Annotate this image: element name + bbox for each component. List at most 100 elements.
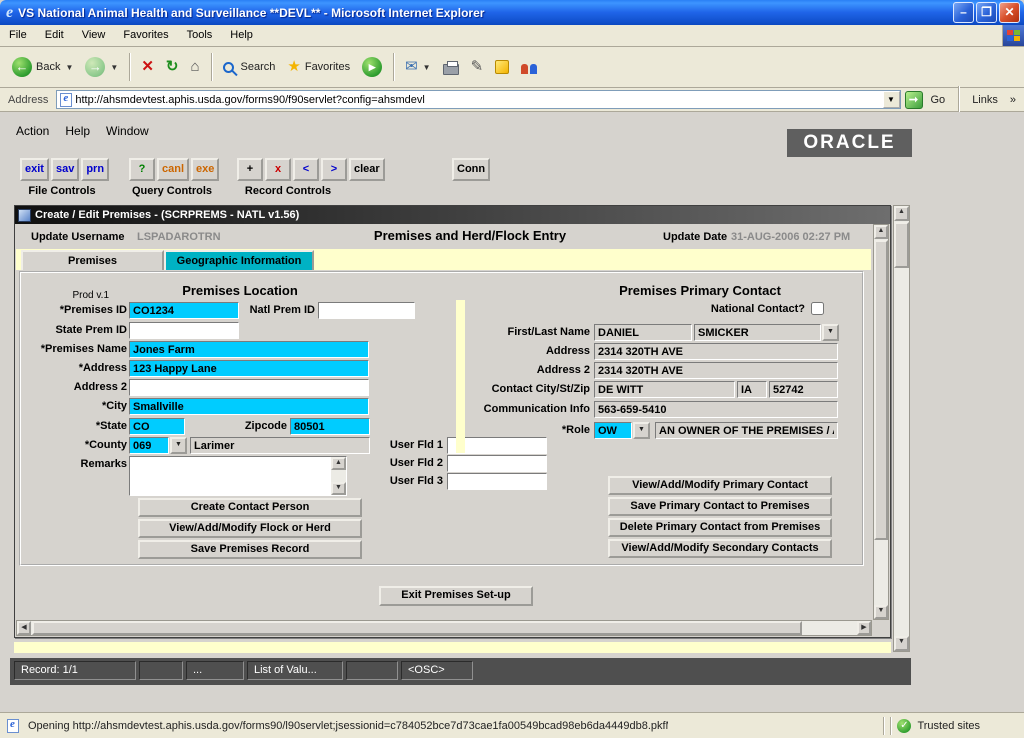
contact-city-field[interactable]	[594, 381, 735, 398]
back-button[interactable]: ← Back ▼	[6, 54, 79, 80]
toolbar-separator	[211, 53, 212, 81]
view-add-modify-primary-contact-button[interactable]: View/Add/Modify Primary Contact	[608, 476, 832, 495]
view-add-modify-secondary-contacts-button[interactable]: View/Add/Modify Secondary Contacts	[608, 539, 832, 558]
scroll-left-icon[interactable]: ◀	[17, 621, 31, 635]
contact-state-field[interactable]	[737, 381, 767, 398]
role-code-field[interactable]	[594, 422, 632, 439]
national-contact-checkbox[interactable]	[811, 302, 824, 315]
discuss-button[interactable]	[515, 57, 543, 77]
menu-view[interactable]: View	[73, 25, 115, 46]
minimize-button[interactable]: –	[953, 2, 974, 23]
save-premises-record-button[interactable]: Save Premises Record	[138, 540, 362, 559]
execute-query-button[interactable]: exe	[191, 158, 219, 181]
contact-address2-field[interactable]	[594, 362, 838, 379]
go-button[interactable]: Go	[927, 94, 950, 106]
exit-button[interactable]: exit	[20, 158, 49, 181]
applet-menu-help[interactable]: Help	[65, 124, 90, 138]
user-fld2-field[interactable]	[447, 455, 547, 472]
premises-id-field[interactable]	[129, 302, 239, 319]
scroll-thumb[interactable]	[874, 240, 888, 540]
save-primary-contact-button[interactable]: Save Primary Contact to Premises	[608, 497, 832, 516]
scroll-down-icon[interactable]: ▼	[874, 605, 888, 619]
links-button[interactable]: Links	[968, 94, 1002, 106]
tab-geographic-information[interactable]: Geographic Information	[164, 250, 314, 270]
edit-button[interactable]: ✎	[465, 54, 490, 80]
scroll-up-icon[interactable]: ▲	[894, 206, 909, 221]
scroll-thumb[interactable]	[32, 621, 802, 635]
menu-favorites[interactable]: Favorites	[114, 25, 177, 46]
natl-prem-id-field[interactable]	[318, 302, 415, 319]
address-field[interactable]	[129, 360, 369, 377]
conn-button[interactable]: Conn	[452, 158, 490, 181]
form-horizontal-scrollbar[interactable]: ◀ ▶	[16, 620, 872, 636]
previous-record-button[interactable]: <	[293, 158, 319, 181]
maximize-button[interactable]: ❐	[976, 2, 997, 23]
first-name-field[interactable]	[594, 324, 692, 341]
mail-button[interactable]: ✉ ▼	[399, 54, 437, 80]
update-date-label: Update Date	[663, 231, 727, 243]
form-vertical-scrollbar[interactable]: ▲ ▼	[873, 224, 889, 620]
user-fld3-field[interactable]	[447, 473, 547, 490]
print-button[interactable]	[437, 57, 465, 78]
scroll-right-icon[interactable]: ▶	[857, 621, 871, 635]
mdi-vertical-scrollbar[interactable]: ▲ ▼	[893, 205, 910, 652]
refresh-button[interactable]: ↻	[160, 54, 185, 80]
favorites-button[interactable]: ★ Favorites	[281, 54, 356, 80]
scroll-down-icon[interactable]: ▼	[331, 482, 346, 495]
applet-menu-window[interactable]: Window	[106, 124, 149, 138]
search-button[interactable]: Search	[217, 57, 282, 78]
view-add-modify-flock-button[interactable]: View/Add/Modify Flock or Herd	[138, 519, 362, 538]
premises-name-field[interactable]	[129, 341, 369, 358]
statusbar-cell	[346, 661, 398, 680]
add-record-button[interactable]: +	[237, 158, 263, 181]
go-icon[interactable]: ➞	[905, 91, 923, 109]
state-prem-id-field[interactable]	[129, 322, 239, 339]
scroll-down-icon[interactable]: ▼	[894, 636, 909, 651]
address-input[interactable]	[75, 92, 882, 108]
save-button[interactable]: sav	[51, 158, 79, 181]
delete-primary-contact-button[interactable]: Delete Primary Contact from Premises	[608, 518, 832, 537]
contact-address-field[interactable]	[594, 343, 838, 360]
links-chevron-icon[interactable]: »	[1006, 94, 1020, 106]
query-button[interactable]: ?	[129, 158, 155, 181]
menu-tools[interactable]: Tools	[178, 25, 222, 46]
home-button[interactable]: ⌂	[184, 54, 205, 80]
communication-info-field[interactable]	[594, 401, 838, 418]
media-button[interactable]: ▸	[356, 54, 388, 80]
tab-premises[interactable]: Premises	[21, 250, 164, 270]
next-record-button[interactable]: >	[321, 158, 347, 181]
stop-button[interactable]: ✕	[135, 54, 160, 80]
mail-dropdown-icon[interactable]: ▼	[423, 63, 431, 72]
scroll-up-icon[interactable]: ▲	[874, 225, 888, 239]
delete-record-button[interactable]: x	[265, 158, 291, 181]
clear-record-button[interactable]: clear	[349, 158, 385, 181]
back-dropdown-icon[interactable]: ▼	[65, 63, 73, 72]
create-contact-person-button[interactable]: Create Contact Person	[138, 498, 362, 517]
menu-file[interactable]: File	[0, 25, 36, 46]
scroll-thumb[interactable]	[894, 222, 909, 268]
address-dropdown-button[interactable]: ▼	[883, 91, 900, 108]
state-field[interactable]	[129, 418, 185, 435]
zipcode-field[interactable]	[290, 418, 370, 435]
messenger-button[interactable]	[489, 57, 515, 77]
forward-dropdown-icon[interactable]: ▼	[110, 63, 118, 72]
contact-zip-field[interactable]	[769, 381, 838, 398]
county-dropdown-button[interactable]: ▼	[170, 437, 187, 454]
city-field[interactable]	[129, 398, 369, 415]
print-form-button[interactable]: prn	[81, 158, 109, 181]
role-dropdown-button[interactable]: ▼	[633, 422, 650, 439]
address2-field[interactable]	[129, 379, 369, 396]
contact-name-dropdown-button[interactable]: ▼	[822, 324, 839, 341]
scroll-up-icon[interactable]: ▲	[331, 457, 346, 470]
menu-edit[interactable]: Edit	[36, 25, 73, 46]
last-name-field[interactable]	[694, 324, 821, 341]
county-code-field[interactable]	[129, 437, 169, 454]
remarks-scrollbar[interactable]: ▲ ▼	[331, 457, 346, 495]
close-button[interactable]: ✕	[999, 2, 1020, 23]
exit-premises-setup-button[interactable]: Exit Premises Set-up	[379, 586, 533, 606]
forward-button[interactable]: → ▼	[79, 54, 124, 80]
cancel-query-button[interactable]: canl	[157, 158, 189, 181]
menu-help[interactable]: Help	[221, 25, 262, 46]
remarks-field[interactable]: ▲ ▼	[129, 456, 347, 496]
applet-menu-action[interactable]: Action	[16, 124, 49, 138]
